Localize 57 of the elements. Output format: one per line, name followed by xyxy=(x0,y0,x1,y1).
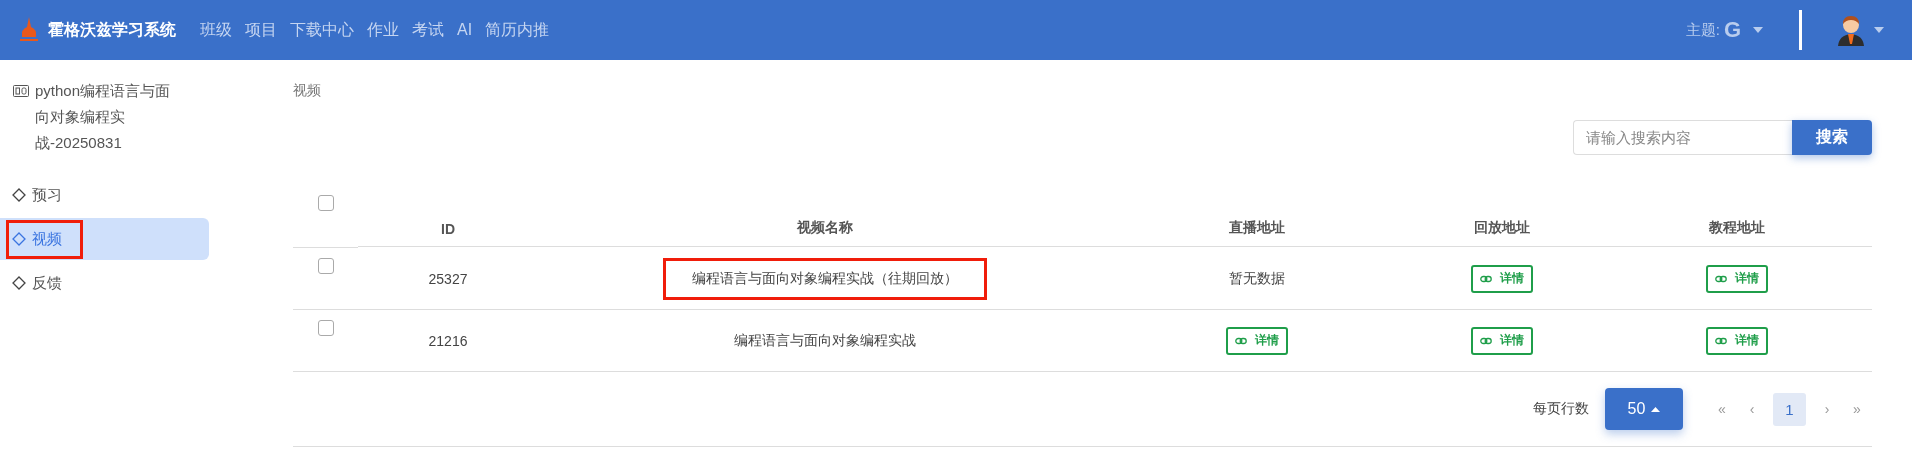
breadcrumb: 视频 xyxy=(293,82,322,100)
rows-per-page-dropdown[interactable]: 50 xyxy=(1605,388,1683,430)
nav-link[interactable]: 项目 xyxy=(245,19,277,41)
diamond-icon xyxy=(12,276,26,290)
nav-link[interactable]: 简历内推 xyxy=(485,19,550,41)
nav-link[interactable]: 考试 xyxy=(412,19,444,41)
annotation-box: 视频 xyxy=(6,219,83,259)
link-icon xyxy=(1480,336,1492,345)
details-button[interactable]: 详情 xyxy=(1471,264,1533,293)
avatar-icon xyxy=(1836,14,1866,46)
nav-link[interactable]: 班级 xyxy=(200,19,232,41)
sidebar-item[interactable]: 反馈 xyxy=(0,262,209,304)
link-icon xyxy=(1480,274,1492,283)
checkbox[interactable] xyxy=(317,258,334,274)
course-title: python编程语言与面向对象编程实战-20250831 xyxy=(35,81,172,153)
diamond-icon xyxy=(12,188,26,202)
details-button[interactable]: 详情 xyxy=(1471,326,1533,355)
previous-page-button[interactable]: ‹ xyxy=(1737,392,1767,426)
video-title: 编程语言与面向对象编程实战（往期回放） xyxy=(692,269,958,286)
caret-icon xyxy=(1651,406,1661,412)
caret-icon xyxy=(1874,27,1884,33)
nav-link[interactable]: 作业 xyxy=(367,19,399,41)
sidebar-item[interactable]: 视频 xyxy=(0,218,209,260)
details-button[interactable]: 详情 xyxy=(1706,264,1768,293)
search-field[interactable]: 请输入搜索内容 xyxy=(1573,120,1792,155)
nav-link[interactable]: AI xyxy=(457,21,473,39)
column-header: 回放地址 xyxy=(1474,219,1530,237)
caret-icon xyxy=(1753,27,1763,33)
video-title: 编程语言与面向对象编程实战 xyxy=(734,331,916,348)
column-header: 教程地址 xyxy=(1709,219,1765,237)
column-header: 视频名称 xyxy=(797,219,853,237)
search-button[interactable]: 搜索 xyxy=(1792,120,1872,155)
user-menu[interactable] xyxy=(1836,14,1884,46)
app-title: 霍格沃兹学习系统 xyxy=(48,19,176,40)
nav-link[interactable]: 下载中心 xyxy=(290,19,354,41)
first-page-button[interactable]: « xyxy=(1707,392,1737,426)
link-icon xyxy=(1715,336,1727,345)
sidebar-item[interactable]: 预习 xyxy=(0,174,209,216)
sd-icon xyxy=(13,85,29,97)
theme-dropdown[interactable]: G xyxy=(1723,17,1763,43)
table-cell: 21216 xyxy=(428,332,468,349)
table-cell: 25327 xyxy=(428,270,468,287)
theme-label: 主题: xyxy=(1685,20,1720,40)
empty-text: 暂无数据 xyxy=(1229,269,1285,288)
link-icon xyxy=(1715,274,1727,283)
next-page-button[interactable]: › xyxy=(1812,392,1842,426)
column-header: 直播地址 xyxy=(1229,219,1285,237)
details-button[interactable]: 详情 xyxy=(1226,326,1288,355)
details-button[interactable]: 详情 xyxy=(1706,326,1768,355)
link-icon xyxy=(1235,336,1247,345)
page-button[interactable]: 1 xyxy=(1773,392,1806,426)
checkbox[interactable] xyxy=(317,320,334,336)
diamond-icon xyxy=(12,232,26,246)
column-header: ID xyxy=(441,221,455,237)
last-page-button[interactable]: » xyxy=(1842,392,1872,426)
rows-per-page-label: 每页行数 xyxy=(1533,400,1589,418)
checkbox[interactable] xyxy=(317,195,334,211)
